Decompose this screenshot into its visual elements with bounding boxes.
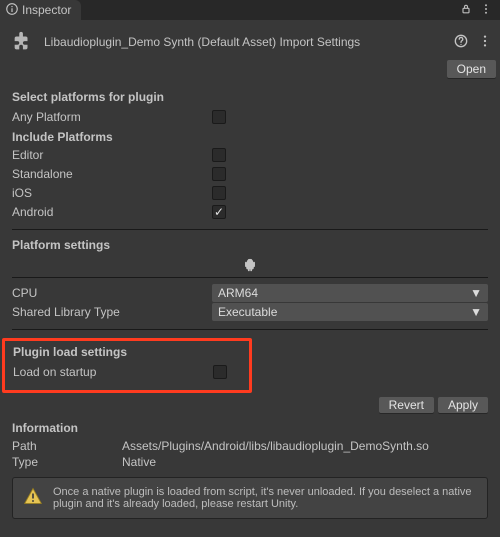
info-type-value: Native — [122, 455, 156, 469]
info-icon — [6, 3, 18, 18]
platform-checkbox-standalone[interactable] — [212, 167, 226, 181]
asset-header: Libaudioplugin_Demo Synth (Default Asset… — [0, 24, 500, 60]
shared-lib-value: Executable — [218, 305, 277, 319]
tab-title: Inspector — [22, 3, 71, 17]
plugin-icon — [8, 28, 36, 56]
revert-button[interactable]: Revert — [379, 397, 434, 413]
select-platforms-heading: Select platforms for plugin — [12, 90, 488, 104]
information-heading: Information — [12, 421, 488, 435]
warning-text: Once a native plugin is loaded from scri… — [53, 486, 477, 510]
warning-box: Once a native plugin is loaded from scri… — [12, 477, 488, 519]
any-platform-label: Any Platform — [12, 110, 212, 124]
platform-label: Android — [12, 205, 212, 219]
platform-checkbox-ios[interactable] — [212, 186, 226, 200]
load-on-startup-row: Load on startup — [13, 363, 241, 381]
any-platform-row: Any Platform — [12, 108, 488, 126]
android-icon[interactable] — [243, 258, 257, 275]
platform-settings-heading: Platform settings — [12, 238, 488, 252]
platform-label: Editor — [12, 148, 212, 162]
info-type-label: Type — [12, 455, 122, 469]
info-type-row: Type Native — [12, 455, 488, 469]
cpu-dropdown[interactable]: ARM64 ▼ — [212, 284, 488, 302]
cpu-row: CPU ARM64 ▼ — [12, 284, 488, 302]
tab-menu-icon[interactable] — [480, 3, 492, 18]
platform-row-android: Android — [12, 203, 488, 221]
info-path-label: Path — [12, 439, 122, 453]
inspector-panel: Libaudioplugin_Demo Synth (Default Asset… — [0, 20, 500, 537]
load-on-startup-checkbox[interactable] — [213, 365, 227, 379]
separator — [12, 229, 488, 230]
include-platforms-heading: Include Platforms — [12, 130, 488, 144]
platform-row-ios: iOS — [12, 184, 488, 202]
cpu-label: CPU — [12, 286, 212, 300]
platform-label: Standalone — [12, 167, 212, 181]
open-button[interactable]: Open — [447, 60, 496, 78]
warning-icon — [23, 486, 43, 509]
platform-label: iOS — [12, 186, 212, 200]
chevron-down-icon: ▼ — [470, 305, 482, 319]
shared-lib-label: Shared Library Type — [12, 305, 212, 319]
asset-title: Libaudioplugin_Demo Synth (Default Asset… — [44, 35, 446, 49]
info-path-value: Assets/Plugins/Android/libs/libaudioplug… — [122, 439, 429, 453]
separator — [12, 329, 488, 330]
any-platform-checkbox[interactable] — [212, 110, 226, 124]
shared-lib-row: Shared Library Type Executable ▼ — [12, 303, 488, 321]
cpu-value: ARM64 — [218, 286, 258, 300]
apply-button[interactable]: Apply — [438, 397, 488, 413]
platform-checkbox-android[interactable] — [212, 205, 226, 219]
lock-icon[interactable] — [460, 3, 472, 18]
chevron-down-icon: ▼ — [470, 286, 482, 300]
context-menu-icon[interactable] — [478, 34, 492, 51]
tab-bar: Inspector — [0, 0, 500, 20]
plugin-load-settings-heading: Plugin load settings — [13, 345, 241, 359]
inspector-tab[interactable]: Inspector — [0, 0, 81, 20]
load-on-startup-label: Load on startup — [13, 365, 213, 379]
platform-tab-bar — [12, 256, 488, 278]
plugin-load-settings-highlight: Plugin load settings Load on startup — [2, 338, 252, 393]
platform-checkbox-editor[interactable] — [212, 148, 226, 162]
help-icon[interactable] — [454, 34, 468, 51]
shared-lib-dropdown[interactable]: Executable ▼ — [212, 303, 488, 321]
info-path-row: Path Assets/Plugins/Android/libs/libaudi… — [12, 439, 488, 453]
platform-row-standalone: Standalone — [12, 165, 488, 183]
platform-row-editor: Editor — [12, 146, 488, 164]
